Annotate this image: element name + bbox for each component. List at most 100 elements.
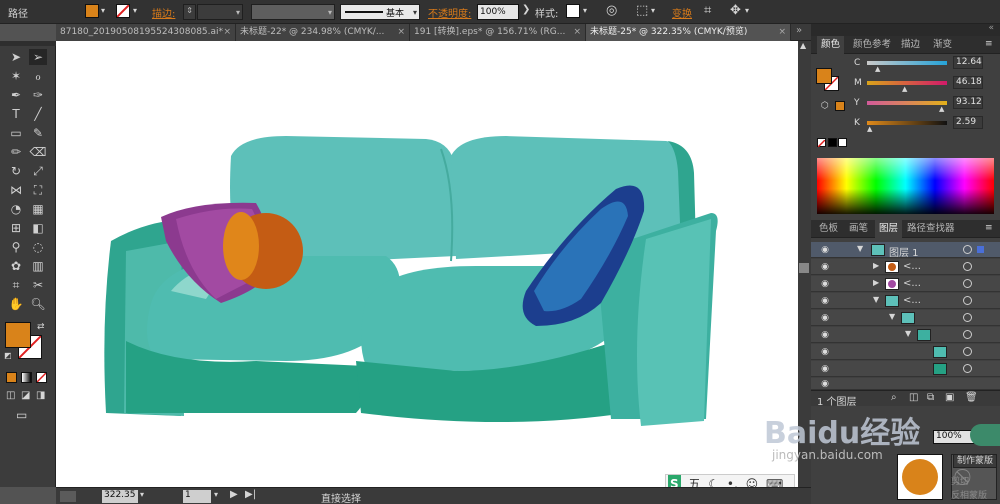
tab-pathfinder[interactable]: 路径查找器 <box>903 220 959 238</box>
target-icon[interactable] <box>963 279 972 288</box>
close-icon[interactable]: × <box>778 24 786 41</box>
color-spectrum[interactable] <box>817 158 994 214</box>
clip-checkbox-label[interactable]: 剪切 <box>951 474 969 487</box>
eye-icon[interactable]: ◉ <box>819 363 831 375</box>
panel-menu-icon[interactable]: ≡ <box>985 39 993 49</box>
keyboard-icon[interactable]: ⌨ <box>766 475 783 487</box>
direct-selection-tool-icon[interactable]: ➢ <box>29 49 47 65</box>
isolate-icon[interactable]: ⌗ <box>704 3 711 18</box>
mesh-tool-icon[interactable]: ⊞ <box>7 220 25 236</box>
scroll-up-icon[interactable]: ▲ <box>800 41 806 50</box>
eye-icon[interactable]: ◉ <box>819 346 831 358</box>
zoom-input[interactable]: 322.35 <box>102 490 138 503</box>
free-transform-icon[interactable]: ⛶ <box>29 182 47 198</box>
close-icon[interactable]: × <box>397 24 405 41</box>
pen-tool-icon[interactable]: ✒ <box>7 87 25 103</box>
artboard-canvas[interactable]: S 五 ☾ •, ☺ ⌨ 👤︎ ✱ <box>56 41 798 487</box>
expand-icon[interactable]: ▶ <box>873 278 879 287</box>
gradient-mode-icon[interactable] <box>21 372 32 383</box>
tab-doc-3[interactable]: 191 [转换].eps* @ 156.71% (RG... × <box>410 24 586 41</box>
invert-mask-label[interactable]: 反相蒙版 <box>951 488 987 501</box>
new-sublayer-icon[interactable]: ⧉ <box>927 392 934 403</box>
target-icon[interactable] <box>963 330 972 339</box>
expand-icon[interactable]: ▼ <box>873 295 879 304</box>
eye-icon[interactable]: ◉ <box>819 261 831 273</box>
stroke-weight-stepper[interactable]: ⇕ <box>183 4 196 20</box>
layer-row-top[interactable]: ◉ ▼ 图层 1 <box>811 242 1000 259</box>
delete-layer-icon[interactable]: 🗑︎ <box>965 392 978 403</box>
layer-row[interactable]: ◉ <box>811 361 1000 377</box>
type-tool-icon[interactable]: T <box>7 106 25 122</box>
white-swatch[interactable] <box>838 138 847 147</box>
slider-thumb-icon[interactable]: ▲ <box>939 105 944 113</box>
layer-row[interactable]: ◉ <box>811 344 1000 360</box>
panel-fill-box[interactable] <box>816 68 832 84</box>
brush-definition[interactable]: 基本 ▾ <box>340 4 420 20</box>
color-mode-icon[interactable] <box>6 372 17 383</box>
tab-doc-2[interactable]: 未标题-22* @ 234.98% (CMYK/... × <box>236 24 410 41</box>
fill-swatch[interactable] <box>85 4 99 18</box>
slider-thumb-icon[interactable]: ▲ <box>875 65 880 73</box>
more-tabs-icon[interactable]: » <box>796 25 802 36</box>
eye-icon[interactable]: ◉ <box>819 312 831 324</box>
opacity-label[interactable]: 不透明度: <box>428 5 471 20</box>
graphic-style-swatch[interactable] <box>566 4 580 18</box>
expand-icon[interactable]: ▼ <box>857 244 863 253</box>
expand-icon[interactable]: ▼ <box>905 329 911 338</box>
artboard-nav-icon[interactable] <box>60 491 76 502</box>
magic-wand-icon[interactable]: ✶ <box>7 68 25 84</box>
chevron-down-icon[interactable]: ▾ <box>651 6 655 15</box>
swap-icon[interactable]: ⇄ <box>37 322 45 332</box>
eye-icon[interactable]: ◉ <box>819 278 831 290</box>
layer-row[interactable]: ◉ ▼ <box>811 327 1000 343</box>
chevron-down-icon[interactable]: ▾ <box>140 490 144 499</box>
zoom-tool-icon[interactable]: 🔍︎ <box>29 296 47 312</box>
none-mode-icon[interactable] <box>36 372 47 383</box>
stroke-weight-dropdown[interactable]: ▾ <box>197 4 243 20</box>
layer-name[interactable]: <... <box>903 261 921 272</box>
chevron-down-icon[interactable]: ▾ <box>214 490 218 499</box>
target-icon[interactable] <box>963 245 972 254</box>
hand-tool-icon[interactable]: ✋ <box>7 296 25 312</box>
expand-icon[interactable]: ▶ <box>873 261 879 270</box>
panel-menu-icon[interactable]: ≡ <box>985 223 993 233</box>
curvature-tool-icon[interactable]: ✑ <box>29 87 47 103</box>
artboard-tool-icon[interactable]: ⌗ <box>7 277 25 293</box>
layer-row[interactable]: ◉ ▶ <... <box>811 276 1000 292</box>
layer-row[interactable]: ◉ ▶ <... <box>811 259 1000 275</box>
stroke-label[interactable]: 描边: <box>152 5 175 20</box>
slider-thumb-icon[interactable]: ▲ <box>867 125 872 133</box>
rotate-tool-icon[interactable]: ↻ <box>7 163 25 179</box>
opacity-input[interactable]: 100% <box>477 4 519 20</box>
paintbrush-tool-icon[interactable]: ✎ <box>29 125 47 141</box>
eye-icon[interactable]: ◉ <box>819 329 831 341</box>
scroll-thumb[interactable] <box>799 263 809 273</box>
screen-mode-icon[interactable]: ▭ <box>16 408 27 422</box>
line-tool-icon[interactable]: ╱ <box>29 106 47 122</box>
tab-color[interactable]: 颜色 <box>817 36 845 54</box>
tab-doc-4[interactable]: 未标题-25* @ 322.35% (CMYK/预览) × <box>586 24 791 41</box>
eraser-tool-icon[interactable]: ⌫ <box>29 144 47 160</box>
arrange-icon[interactable]: ✥ <box>730 3 741 18</box>
chevron-right-icon[interactable]: ❯ <box>522 4 530 15</box>
emoji-icon[interactable]: ☺ <box>746 475 759 487</box>
last-artboard-icon[interactable]: ▶| <box>245 489 256 500</box>
target-icon[interactable] <box>963 313 972 322</box>
layer-row[interactable]: ◉ <box>811 378 1000 390</box>
out-of-gamut-icon[interactable]: ⬡ <box>821 101 829 111</box>
next-artboard-icon[interactable]: ▶ <box>230 489 238 500</box>
c-value-input[interactable]: 12.64 <box>953 56 983 69</box>
target-icon[interactable] <box>963 347 972 356</box>
pencil-tool-icon[interactable]: ✏ <box>7 144 25 160</box>
fill-color-box[interactable] <box>5 322 31 348</box>
target-icon[interactable] <box>963 296 972 305</box>
moon-icon[interactable]: ☾ <box>708 475 719 487</box>
expand-icon[interactable]: ▼ <box>889 312 895 321</box>
close-icon[interactable]: × <box>573 24 581 41</box>
locate-object-icon[interactable]: ⌕ <box>891 392 897 403</box>
selection-tool-icon[interactable]: ➤ <box>7 49 25 65</box>
chevron-down-icon[interactable]: ▾ <box>745 6 749 15</box>
slider-k[interactable] <box>867 121 947 125</box>
layer-row[interactable]: ◉ ▼ <box>811 310 1000 326</box>
chevron-down-icon[interactable]: ▾ <box>583 6 587 15</box>
